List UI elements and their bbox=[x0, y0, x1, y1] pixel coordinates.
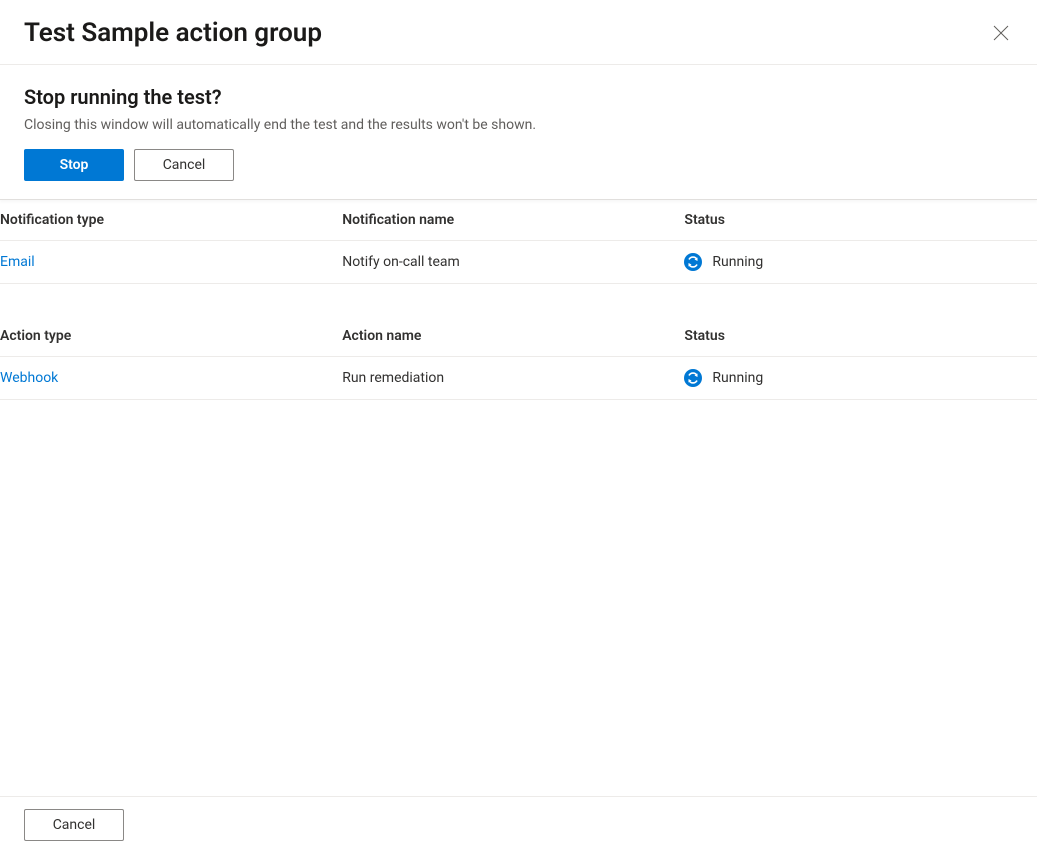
status-cell: Running bbox=[684, 369, 1029, 387]
notifications-header-type: Notification type bbox=[0, 200, 342, 241]
action-type-link[interactable]: Webhook bbox=[0, 370, 58, 386]
actions-table: Action type Action name Status Webhook R… bbox=[0, 316, 1037, 400]
actions-header-type: Action type bbox=[0, 316, 342, 357]
table-row: Webhook Run remediation bbox=[0, 357, 1037, 400]
status-text: Running bbox=[712, 254, 763, 270]
running-icon bbox=[684, 253, 702, 271]
confirm-button-row: Stop Cancel bbox=[24, 149, 1013, 181]
confirm-heading: Stop running the test? bbox=[24, 85, 1013, 109]
panel-title: Test Sample action group bbox=[24, 18, 322, 48]
status-text: Running bbox=[712, 370, 763, 386]
close-icon bbox=[993, 25, 1009, 41]
panel-header: Test Sample action group bbox=[0, 0, 1037, 65]
confirm-panel: Stop running the test? Closing this wind… bbox=[0, 65, 1037, 200]
close-button[interactable] bbox=[989, 21, 1013, 45]
panel-footer: Cancel bbox=[0, 796, 1037, 853]
notification-name-cell: Notify on-call team bbox=[342, 241, 684, 284]
tables-region: Notification type Notification name Stat… bbox=[0, 200, 1037, 400]
notification-type-link[interactable]: Email bbox=[0, 254, 35, 270]
actions-header-name: Action name bbox=[342, 316, 684, 357]
footer-cancel-button[interactable]: Cancel bbox=[24, 809, 124, 841]
confirm-message: Closing this window will automatically e… bbox=[24, 117, 1013, 133]
status-cell: Running bbox=[684, 253, 1029, 271]
actions-header-status: Status bbox=[684, 316, 1037, 357]
table-row: Email Notify on-call team bbox=[0, 241, 1037, 284]
stop-button[interactable]: Stop bbox=[24, 149, 124, 181]
notifications-table: Notification type Notification name Stat… bbox=[0, 200, 1037, 284]
running-icon bbox=[684, 369, 702, 387]
cancel-button[interactable]: Cancel bbox=[134, 149, 234, 181]
action-name-cell: Run remediation bbox=[342, 357, 684, 400]
notifications-header-status: Status bbox=[684, 200, 1037, 241]
notifications-header-name: Notification name bbox=[342, 200, 684, 241]
